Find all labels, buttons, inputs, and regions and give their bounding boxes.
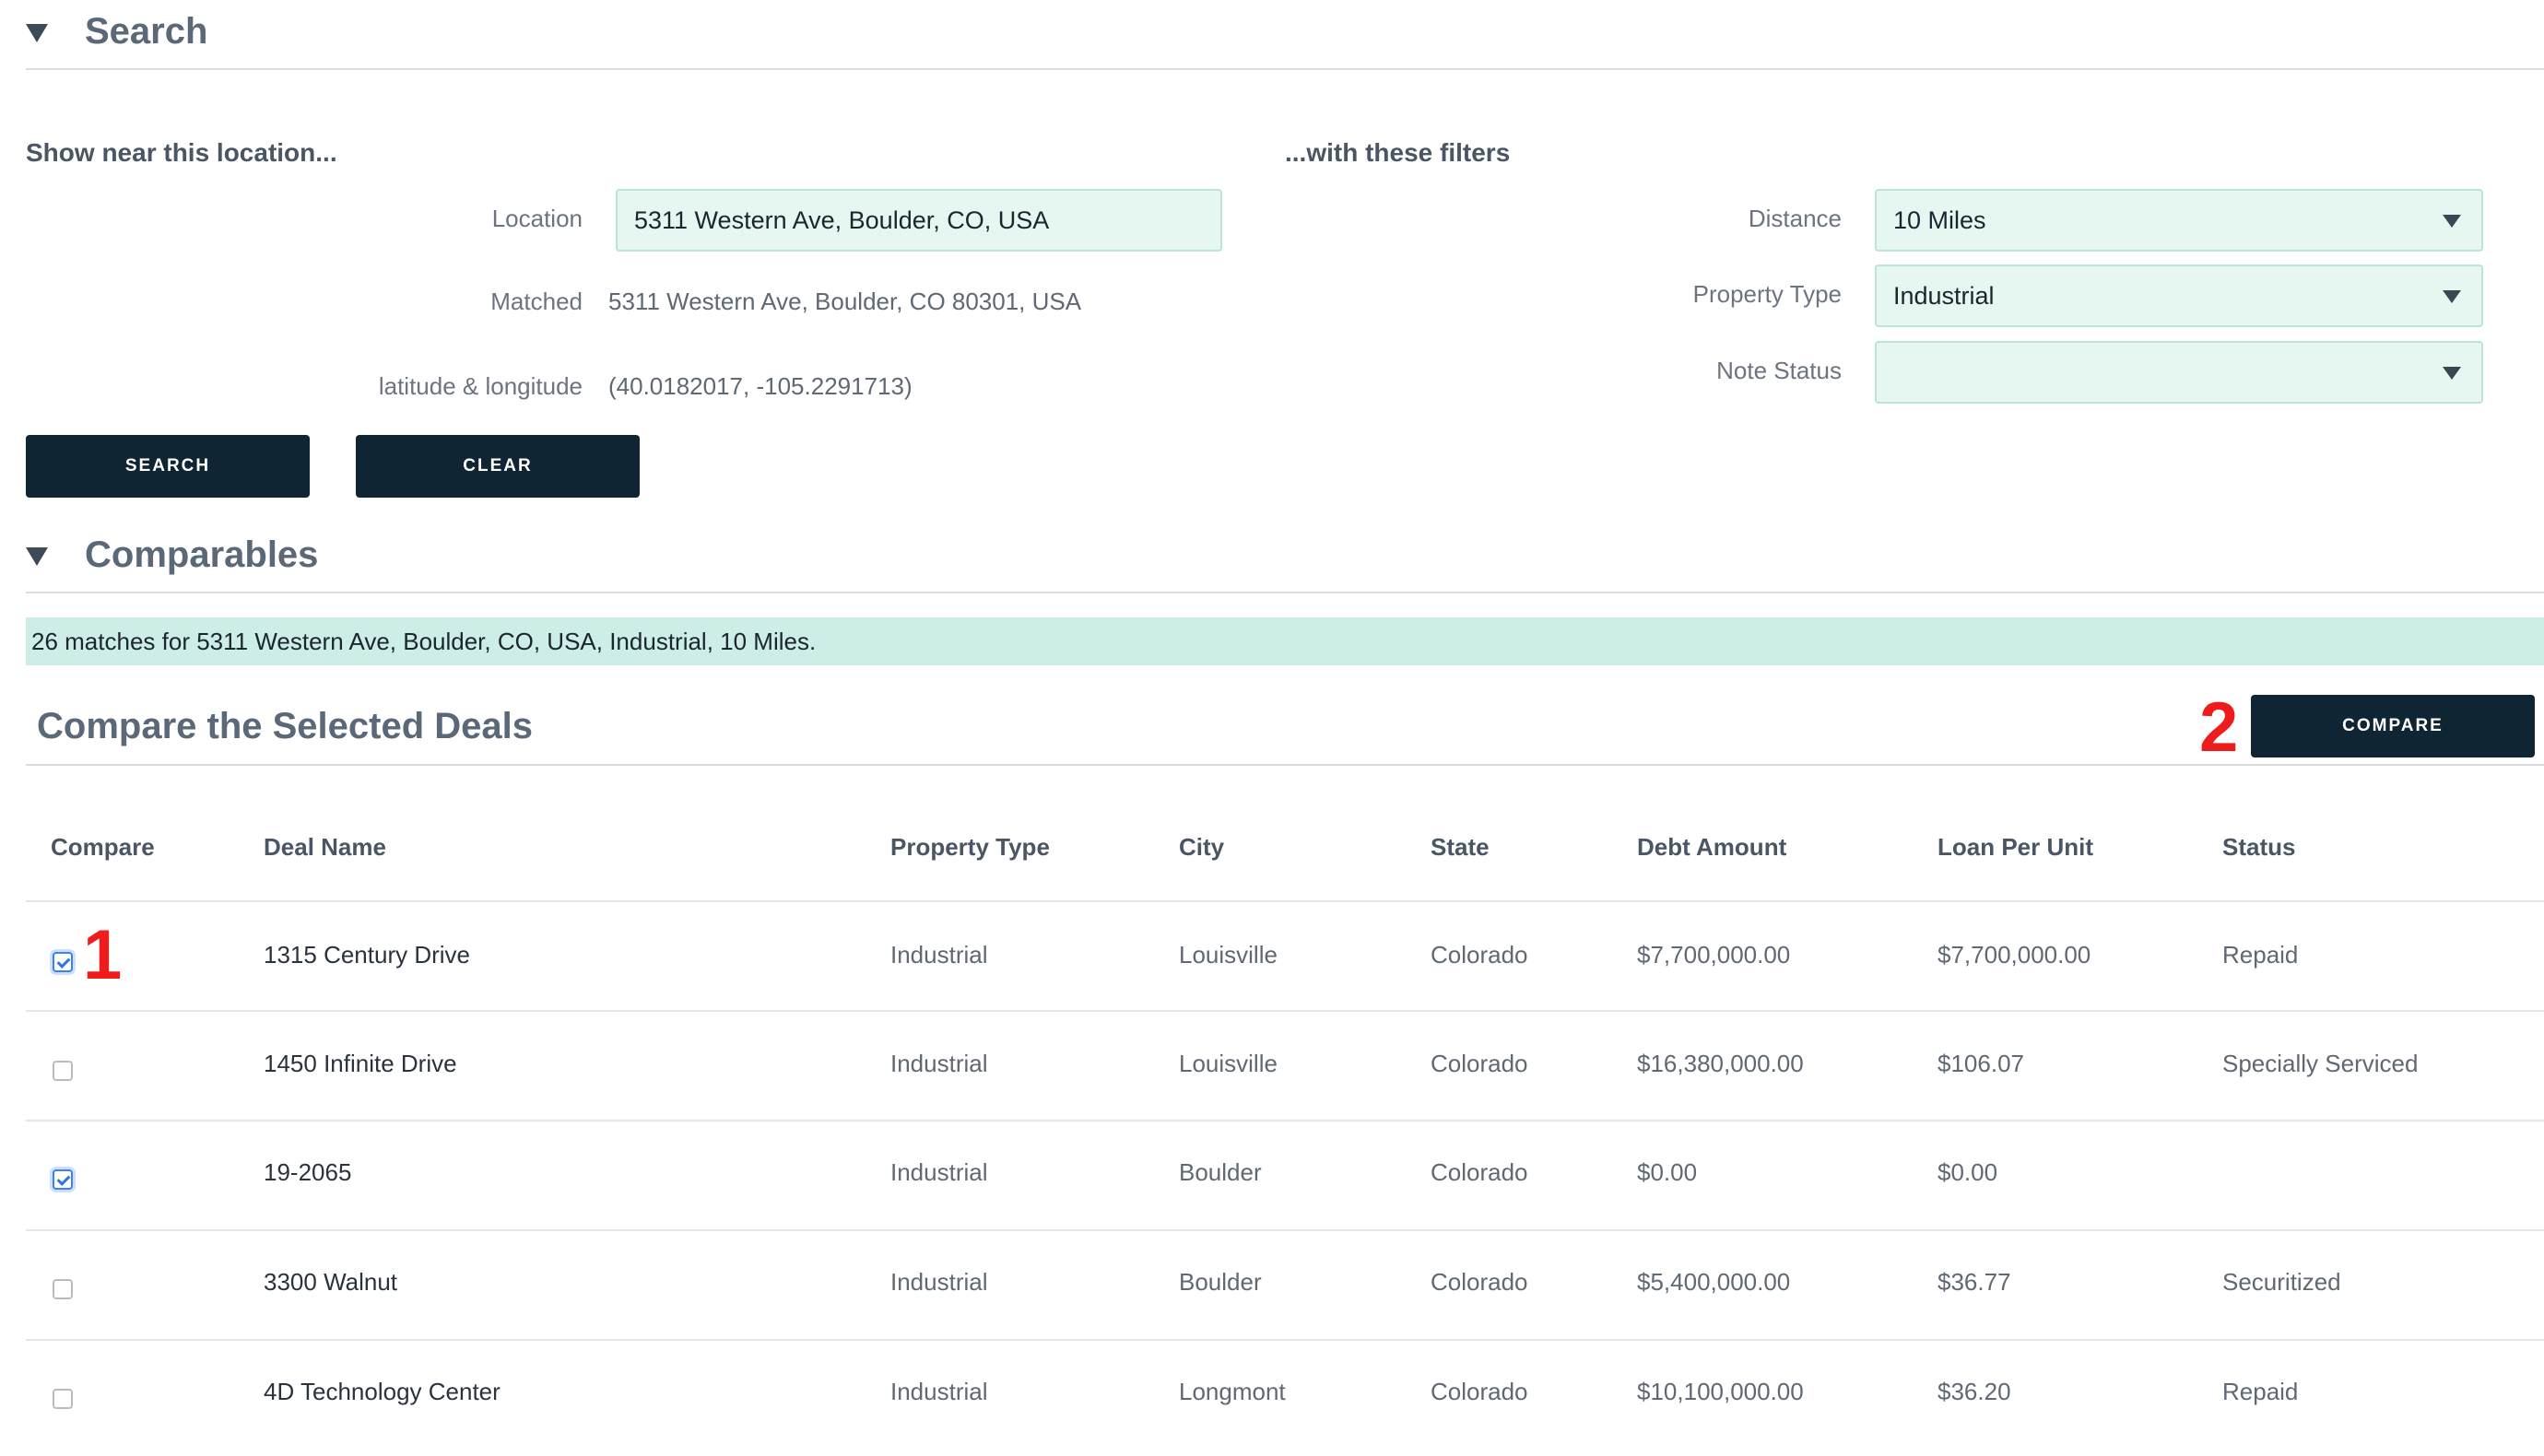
collapse-triangle-icon[interactable] (26, 24, 48, 42)
header-loan-per-unit[interactable]: Loan Per Unit (1937, 833, 2093, 862)
cell-state: Colorado (1431, 1268, 1528, 1296)
note-status-select[interactable] (1875, 341, 2483, 404)
location-label: Location (491, 205, 583, 232)
note-status-label: Note Status (1716, 357, 1842, 384)
distance-select-value: 10 Miles (1893, 206, 1986, 234)
header-compare: Compare (51, 833, 155, 861)
page: Search Show near this location... Locati… (0, 0, 2544, 1456)
property-type-label: Property Type (1692, 280, 1842, 308)
table-row[interactable]: 4D Technology Center Industrial Longmont… (0, 1341, 2544, 1449)
compare-divider (26, 764, 2544, 766)
search-button[interactable]: SEARCH (26, 435, 310, 498)
cell-state: Colorado (1431, 1158, 1528, 1186)
clear-button[interactable]: CLEAR (356, 435, 640, 498)
distance-label: Distance (1748, 205, 1842, 232)
latlng-label: latitude & longitude (378, 372, 583, 400)
header-state[interactable]: State (1431, 833, 1490, 862)
cell-loan-per-unit: $36.77 (1937, 1268, 2011, 1296)
cell-state: Colorado (1431, 1050, 1528, 1077)
matched-value: 5311 Western Ave, Boulder, CO 80301, USA (608, 288, 1082, 315)
compare-title: Compare the Selected Deals (37, 706, 533, 746)
compare-button[interactable]: COMPARE (2251, 695, 2535, 757)
cell-property-type: Industrial (890, 941, 988, 969)
cell-city: Louisville (1179, 1050, 1278, 1077)
cell-state: Colorado (1431, 941, 1528, 969)
cell-debt-amount: $5,400,000.00 (1637, 1268, 1791, 1296)
cell-city: Boulder (1179, 1268, 1262, 1296)
cell-loan-per-unit: $36.20 (1937, 1378, 2011, 1405)
distance-select[interactable]: 10 Miles (1875, 189, 2483, 252)
cell-loan-per-unit: $0.00 (1937, 1158, 1998, 1186)
cell-debt-amount: $16,380,000.00 (1637, 1050, 1804, 1077)
cell-loan-per-unit: $7,700,000.00 (1937, 941, 2091, 969)
compare-checkbox[interactable] (53, 1061, 73, 1081)
cell-deal-name[interactable]: 19-2065 (264, 1158, 351, 1187)
compare-checkbox[interactable] (53, 1389, 73, 1409)
matched-label: Matched (490, 288, 583, 315)
cell-deal-name[interactable]: 3300 Walnut (264, 1268, 397, 1297)
cell-status: Repaid (2222, 941, 2299, 969)
cell-status: Repaid (2222, 1378, 2299, 1405)
compare-checkbox[interactable] (53, 1169, 73, 1190)
cell-status: Specially Serviced (2222, 1050, 2419, 1077)
cell-property-type: Industrial (890, 1378, 988, 1405)
chevron-down-icon (2443, 290, 2461, 303)
match-banner: 26 matches for 5311 Western Ave, Boulder… (26, 617, 2544, 665)
collapse-triangle-icon[interactable] (26, 547, 48, 566)
cell-city: Longmont (1179, 1378, 1286, 1405)
chevron-down-icon (2443, 367, 2461, 380)
compare-checkbox[interactable] (53, 952, 73, 972)
header-debt-amount[interactable]: Debt Amount (1637, 833, 1786, 862)
header-city[interactable]: City (1179, 833, 1224, 862)
table-row[interactable]: 3300 Walnut Industrial Boulder Colorado … (0, 1231, 2544, 1339)
cell-status: Securitized (2222, 1268, 2341, 1296)
cell-debt-amount: $7,700,000.00 (1637, 941, 1791, 969)
cell-state: Colorado (1431, 1378, 1528, 1405)
chevron-down-icon (2443, 215, 2461, 228)
property-type-select[interactable]: Industrial (1875, 264, 2483, 327)
cell-city: Louisville (1179, 941, 1278, 969)
compare-checkbox[interactable] (53, 1279, 73, 1299)
cell-city: Boulder (1179, 1158, 1262, 1186)
filters-heading: ...with these filters (1285, 138, 1511, 167)
cell-deal-name[interactable]: 1315 Century Drive (264, 941, 470, 969)
comparables-section-header[interactable]: Comparables (26, 525, 2544, 593)
cell-loan-per-unit: $106.07 (1937, 1050, 2024, 1077)
table-row[interactable]: 1 1315 Century Drive Industrial Louisvil… (0, 902, 2544, 1010)
latlng-value: (40.0182017, -105.2291713) (608, 372, 913, 400)
table-row[interactable]: 1450 Infinite Drive Industrial Louisvill… (0, 1012, 2544, 1120)
annotation-marker-2: 2 (2199, 688, 2239, 767)
cell-property-type: Industrial (890, 1158, 988, 1186)
cell-debt-amount: $10,100,000.00 (1637, 1378, 1804, 1405)
cell-property-type: Industrial (890, 1050, 988, 1077)
cell-debt-amount: $0.00 (1637, 1158, 1698, 1186)
search-section-title: Search (85, 11, 208, 52)
search-section-header[interactable]: Search (26, 2, 2544, 70)
comparables-section-title: Comparables (85, 534, 319, 575)
header-deal-name[interactable]: Deal Name (264, 833, 386, 862)
location-input[interactable]: 5311 Western Ave, Boulder, CO, USA (616, 189, 1222, 252)
annotation-marker-1: 1 (83, 916, 123, 994)
property-type-select-value: Industrial (1893, 282, 1995, 310)
table-row[interactable]: 19-2065 Industrial Boulder Colorado $0.0… (0, 1121, 2544, 1229)
cell-deal-name[interactable]: 1450 Infinite Drive (264, 1050, 457, 1078)
cell-deal-name[interactable]: 4D Technology Center (264, 1378, 501, 1406)
location-heading: Show near this location... (26, 138, 337, 167)
header-status[interactable]: Status (2222, 833, 2295, 862)
header-property-type[interactable]: Property Type (890, 833, 1050, 862)
cell-property-type: Industrial (890, 1268, 988, 1296)
